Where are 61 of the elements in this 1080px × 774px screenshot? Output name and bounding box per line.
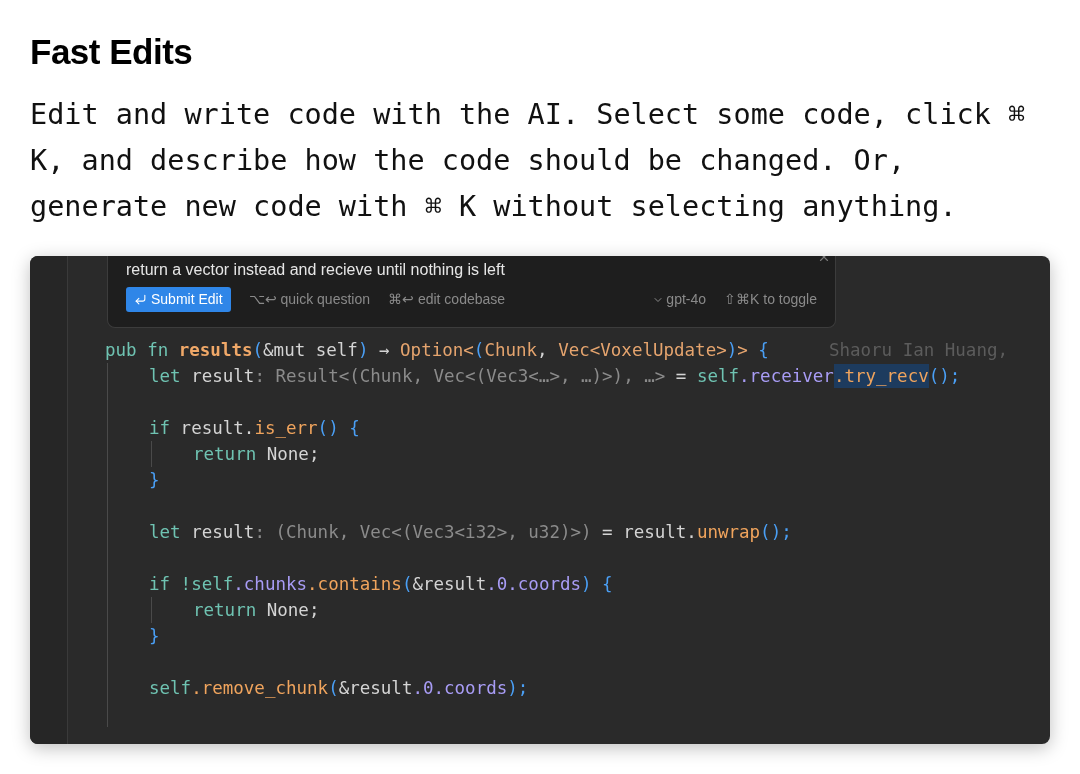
code-token: }: [149, 626, 160, 646]
shortcut-hint: ⌥↩ quick question: [248, 290, 370, 309]
code-token: result.: [180, 418, 255, 438]
code-token: !self: [180, 574, 234, 594]
code-token: (: [473, 340, 485, 360]
code-token: =: [675, 366, 688, 386]
code-token: unwrap: [696, 522, 761, 542]
code-token: result: [191, 366, 255, 386]
code-token: (: [328, 678, 339, 698]
code-token: .contains: [307, 574, 402, 594]
code-token: = result.: [602, 522, 697, 542]
shortcut-hint: ⌘↩ edit codebase: [388, 290, 506, 309]
code-token: .chunks: [233, 574, 308, 594]
code-token: .0.coords: [486, 574, 582, 594]
code-token: result: [191, 522, 255, 542]
code-token: ();: [928, 366, 961, 386]
code-token: .remove_chunk: [191, 678, 329, 698]
code-token: self: [696, 366, 740, 386]
submit-edit-button[interactable]: Submit Edit: [126, 287, 231, 312]
code-token: {: [758, 340, 769, 360]
code-token: : (Chunk, Vec<(Vec3<i32>, u32)>): [254, 522, 593, 542]
code-token: () {: [317, 418, 360, 438]
toggle-hint: ⇧⌘K to toggle: [724, 290, 817, 309]
code-token: let: [149, 522, 182, 542]
code-token: Option<: [400, 340, 474, 360]
return-icon: [134, 293, 147, 306]
code-token: →: [378, 340, 391, 360]
code-token: ): [726, 340, 738, 360]
code-token: if: [149, 418, 172, 438]
model-selector[interactable]: gpt-4o: [652, 289, 707, 310]
code-token: Vec<VoxelUpdate>: [558, 340, 727, 360]
code-token: (: [252, 340, 264, 360]
code-token: pub fn: [105, 340, 170, 360]
section-heading: Fast Edits: [30, 31, 194, 73]
code-token: let: [149, 366, 182, 386]
code-token: None;: [266, 444, 320, 464]
code-token: &result: [338, 678, 413, 698]
code-token: >: [737, 340, 749, 360]
code-token: if: [149, 574, 172, 594]
code-token: : Result<(Chunk, Vec<(Vec3<…>, …)>), …>: [254, 366, 667, 386]
code-token: ) {: [581, 574, 613, 594]
selected-code-token: .try_recv: [833, 366, 929, 386]
code-token: }: [149, 470, 160, 490]
code-token: None;: [266, 600, 320, 620]
code-token: ): [357, 340, 369, 360]
code-token: (: [401, 574, 413, 594]
code-token: results: [178, 340, 253, 360]
code-token: &result: [412, 574, 487, 594]
code-token: );: [507, 678, 529, 698]
code-token: .receiver: [739, 366, 834, 386]
code-token: return: [193, 444, 258, 464]
code-token: &mut self: [263, 340, 358, 360]
prompt-text: return a vector instead and recieve until nothing is left: [126, 260, 506, 280]
code-token: return: [193, 600, 258, 620]
description-paragraph: Edit and write code with the AI. Select some code, click ⌘ K, and describe how the code should be changed. Or, generate new code with ⌘ K without selecting anything.: [30, 97, 1027, 225]
code-token: is_err: [254, 418, 318, 438]
code-token: Chunk: [484, 340, 538, 360]
code-token: self: [149, 678, 192, 698]
code-token: .0.coords: [412, 678, 508, 698]
code-token: ,: [537, 340, 549, 360]
code-token: ();: [760, 522, 792, 542]
